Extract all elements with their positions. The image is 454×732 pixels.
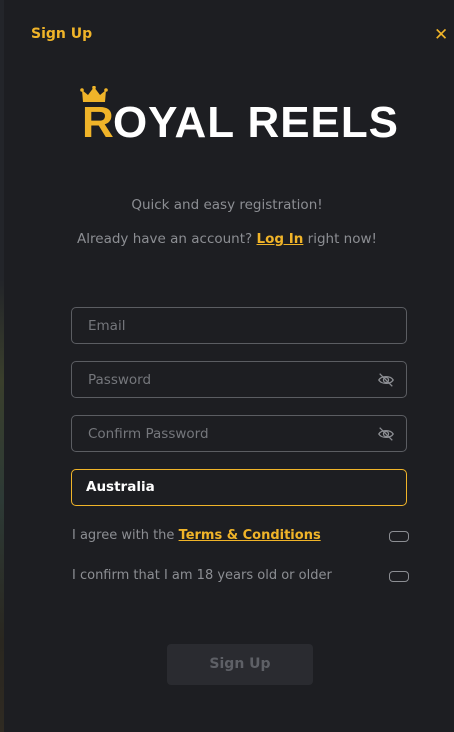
- logo-first-letter: R: [82, 98, 114, 142]
- logo-text: OYAL REELS: [113, 98, 399, 142]
- email-input[interactable]: [86, 308, 360, 344]
- password-field: [71, 361, 407, 398]
- terms-prefix: I agree with the: [72, 528, 175, 543]
- login-prompt-prefix: Already have an account?: [77, 231, 253, 247]
- age-confirm-label: I confirm that I am 18 years old or olde…: [72, 568, 332, 583]
- login-prompt-suffix: right now!: [307, 231, 377, 247]
- password-input[interactable]: [86, 362, 360, 398]
- registration-tagline: Quick and easy registration!: [131, 197, 323, 213]
- confirm-password-field: [71, 415, 407, 452]
- terms-label: I agree with the Terms & Conditions: [72, 528, 321, 543]
- confirm-password-input[interactable]: [86, 416, 360, 452]
- terms-link[interactable]: Terms & Conditions: [179, 528, 321, 543]
- login-prompt: Already have an account? Log In right no…: [0, 231, 454, 247]
- close-icon[interactable]: ✕: [434, 26, 450, 44]
- country-value: Australia: [86, 479, 155, 495]
- login-link[interactable]: Log In: [257, 231, 304, 247]
- sign-up-button[interactable]: Sign Up: [167, 644, 313, 685]
- royal-reels-logo: R OYAL REELS: [80, 86, 399, 142]
- background-strip: [0, 0, 4, 732]
- email-field: [71, 307, 407, 344]
- signup-modal: Sign Up ✕ R OYAL REELS Quick and easy re…: [0, 0, 454, 732]
- eye-off-icon[interactable]: [377, 371, 395, 389]
- modal-title: Sign Up: [31, 26, 93, 42]
- terms-agreement-row: I agree with the Terms & Conditions: [72, 527, 409, 547]
- age-confirm-checkbox[interactable]: [389, 571, 409, 582]
- terms-checkbox[interactable]: [389, 531, 409, 542]
- eye-off-icon[interactable]: [377, 425, 395, 443]
- age-confirm-row: I confirm that I am 18 years old or olde…: [72, 567, 409, 587]
- country-select[interactable]: Australia: [71, 469, 407, 506]
